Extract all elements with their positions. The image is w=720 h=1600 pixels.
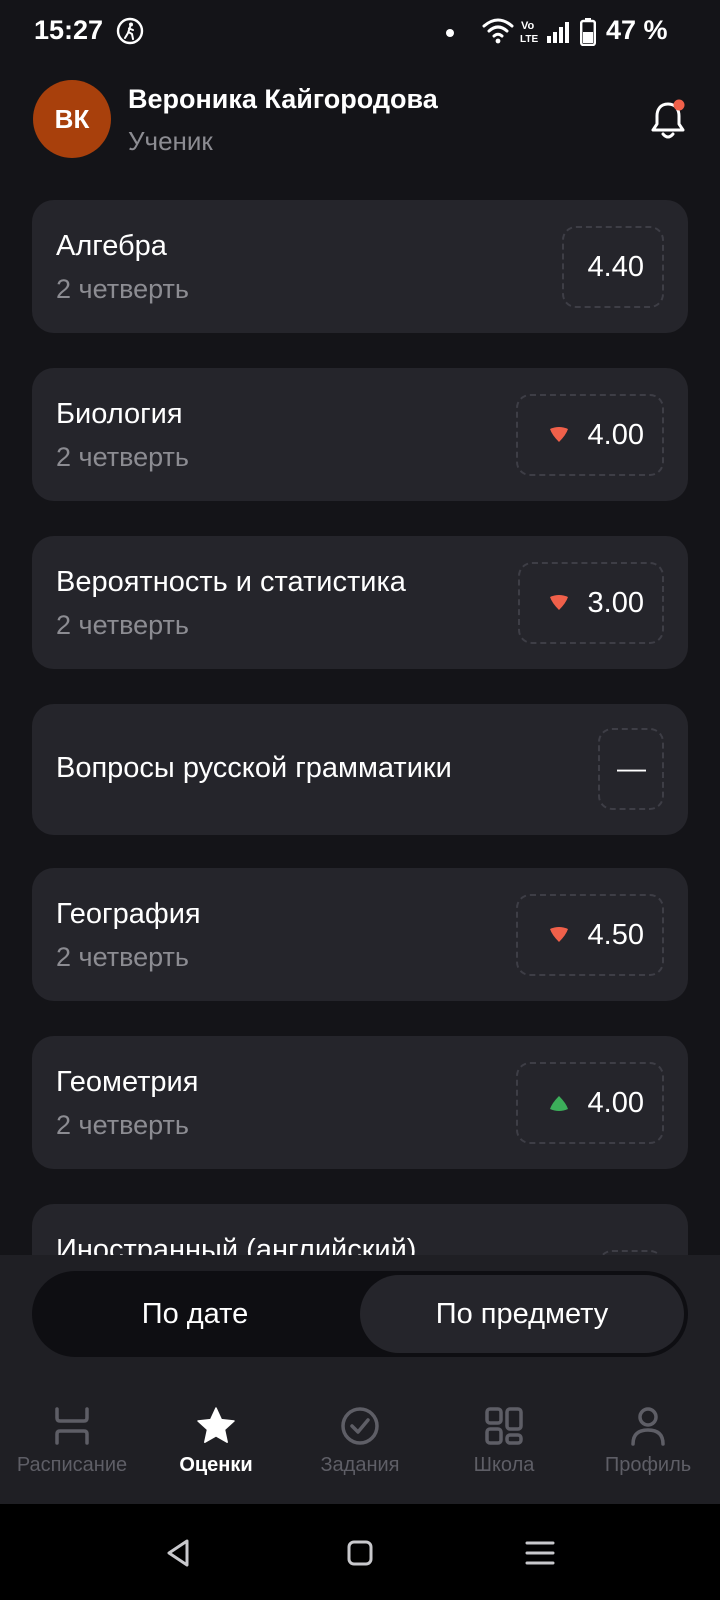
nav-label: Профиль — [604, 1454, 692, 1476]
trend-down-icon — [549, 427, 568, 442]
subject-card-probability[interactable]: Вероятность и статистика 2 четверть 3.00 — [32, 536, 688, 669]
nav-tasks[interactable]: Задания — [288, 1380, 432, 1504]
subject-title: Геометрия — [56, 1066, 199, 1098]
wifi-icon — [482, 18, 514, 44]
grade-value: 4.40 — [587, 250, 644, 283]
notification-dot-icon — [446, 29, 454, 37]
grade-value: 4.00 — [587, 1086, 644, 1119]
grade-box: 4.00 — [516, 1062, 664, 1144]
home-icon[interactable] — [343, 1536, 377, 1570]
nav-label: Расписание — [16, 1454, 128, 1476]
accessibility-icon — [116, 17, 144, 45]
bottom-navigation: Расписание Оценки Задания Школа Профиль — [0, 1380, 720, 1504]
grade-value: 3.00 — [587, 586, 644, 619]
subject-card-english[interactable]: Иностранный (английский) — [32, 1204, 688, 1255]
user-role: Ученик — [128, 126, 213, 156]
grade-box: — — [598, 728, 664, 810]
subject-period: 2 четверть — [56, 610, 189, 640]
schedule-icon — [55, 1407, 89, 1445]
bell-icon[interactable] — [648, 98, 688, 142]
system-navigation-bar — [0, 1504, 720, 1600]
subject-card-geography[interactable]: География 2 четверть 4.50 — [32, 868, 688, 1001]
subject-period: 2 четверть — [56, 942, 189, 972]
back-icon[interactable] — [162, 1536, 196, 1570]
profile-header: ВК Вероника Кайгородова Ученик — [0, 66, 720, 186]
subject-title: Вероятность и статистика — [56, 566, 406, 598]
subject-title: Вопросы русской грамматики — [56, 752, 452, 784]
nav-label: Школа — [473, 1454, 535, 1476]
grade-box: 4.50 — [516, 894, 664, 976]
subject-period: 2 четверть — [56, 442, 189, 472]
nav-schedule[interactable]: Расписание — [0, 1380, 144, 1504]
svg-text:LTE: LTE — [520, 34, 538, 44]
battery-percent: 47 % — [606, 15, 668, 45]
signal-icon — [547, 22, 569, 43]
grade-value: 4.50 — [587, 918, 644, 951]
grade-box: 4.00 — [516, 394, 664, 476]
check-circle-icon — [341, 1407, 379, 1445]
subject-card-algebra[interactable]: Алгебра 2 четверть 4.40 — [32, 200, 688, 333]
recents-menu-icon[interactable] — [523, 1536, 557, 1570]
subject-period: 2 четверть — [56, 1110, 189, 1140]
subject-card-biology[interactable]: Биология 2 четверть 4.00 — [32, 368, 688, 501]
volte-icon: Vo LTE — [520, 20, 538, 44]
subject-grades-list[interactable]: Алгебра 2 четверть 4.40 Биология 2 четве… — [32, 200, 688, 1255]
subject-title: Биология — [56, 398, 183, 430]
subject-title: Иностранный (английский) — [56, 1234, 417, 1255]
svg-text:Vo: Vo — [521, 20, 535, 32]
user-name: Вероника Кайгородова — [128, 84, 438, 114]
subject-card-russian-grammar[interactable]: Вопросы русской грамматики — — [32, 704, 688, 835]
battery-icon — [580, 18, 596, 46]
status-bar: 15:27 Vo LTE 47 % — [0, 0, 720, 66]
star-icon — [197, 1407, 235, 1443]
status-time: 15:27 — [34, 15, 104, 45]
nav-profile[interactable]: Профиль — [576, 1380, 720, 1504]
avatar[interactable]: ВК — [33, 80, 111, 158]
subject-title: География — [56, 898, 201, 930]
subject-card-geometry[interactable]: Геометрия 2 четверть 4.00 — [32, 1036, 688, 1169]
sort-toggle-area: По дате По предмету — [0, 1255, 720, 1380]
subject-period: 2 четверть — [56, 274, 189, 304]
person-icon — [631, 1407, 665, 1446]
nav-label: Оценки — [179, 1454, 253, 1476]
grade-value: 4.00 — [587, 418, 644, 451]
nav-label: Задания — [320, 1454, 400, 1476]
trend-down-icon — [549, 927, 568, 942]
grade-empty-dash: — — [617, 752, 646, 785]
sort-by-date-button[interactable]: По дате — [36, 1275, 354, 1353]
grade-box: 4.40 — [562, 226, 664, 308]
nav-grades[interactable]: Оценки — [144, 1380, 288, 1504]
grade-box: 3.00 — [518, 562, 664, 644]
nav-school[interactable]: Школа — [432, 1380, 576, 1504]
grid-icon — [485, 1407, 523, 1445]
sort-by-subject-button[interactable]: По предмету — [360, 1275, 684, 1353]
trend-up-icon — [549, 1096, 568, 1111]
sort-segmented-control: По дате По предмету — [32, 1271, 688, 1357]
trend-down-icon — [549, 595, 568, 610]
subject-title: Алгебра — [56, 230, 167, 262]
